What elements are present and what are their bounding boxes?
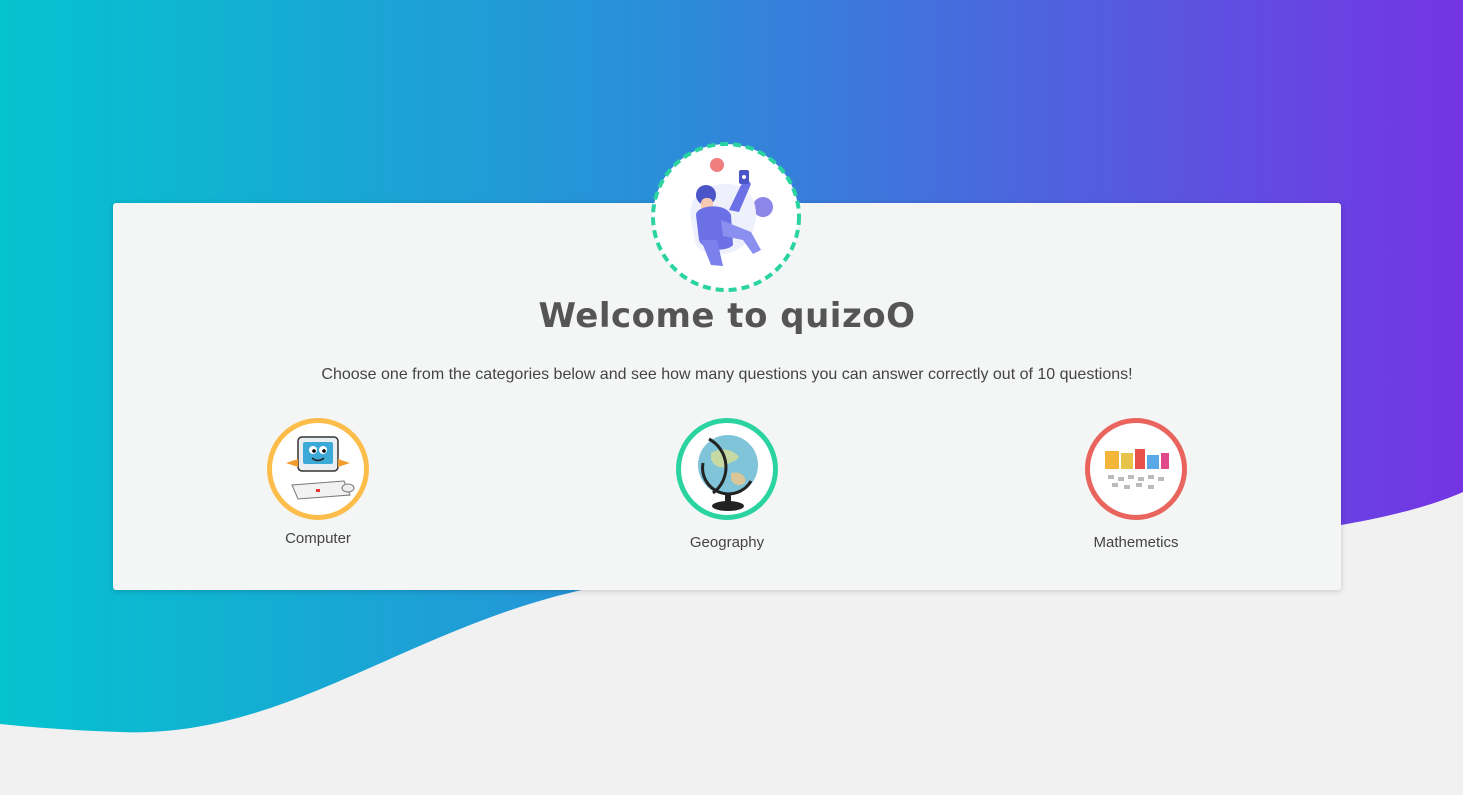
page-title: Welcome to quizoO [538, 296, 916, 336]
computer-icon [286, 436, 355, 500]
category-label: Geography [689, 534, 765, 551]
astronaut-icon [651, 142, 801, 292]
category-image-ring[interactable] [676, 418, 778, 520]
hero-avatar [651, 140, 801, 295]
category-label: Mathemetics [1093, 534, 1179, 551]
category-computer[interactable]: Computer [238, 418, 398, 547]
category-geography[interactable]: Geography [647, 418, 807, 551]
math-icon [1105, 449, 1169, 489]
page-subtitle: Choose one from the categories below and… [321, 366, 1133, 383]
globe-icon [698, 435, 758, 511]
category-label: Computer [285, 530, 351, 547]
category-mathemetics[interactable]: Mathemetics [1056, 418, 1216, 551]
category-image-ring[interactable] [1085, 418, 1187, 520]
category-image-ring[interactable] [267, 418, 369, 520]
